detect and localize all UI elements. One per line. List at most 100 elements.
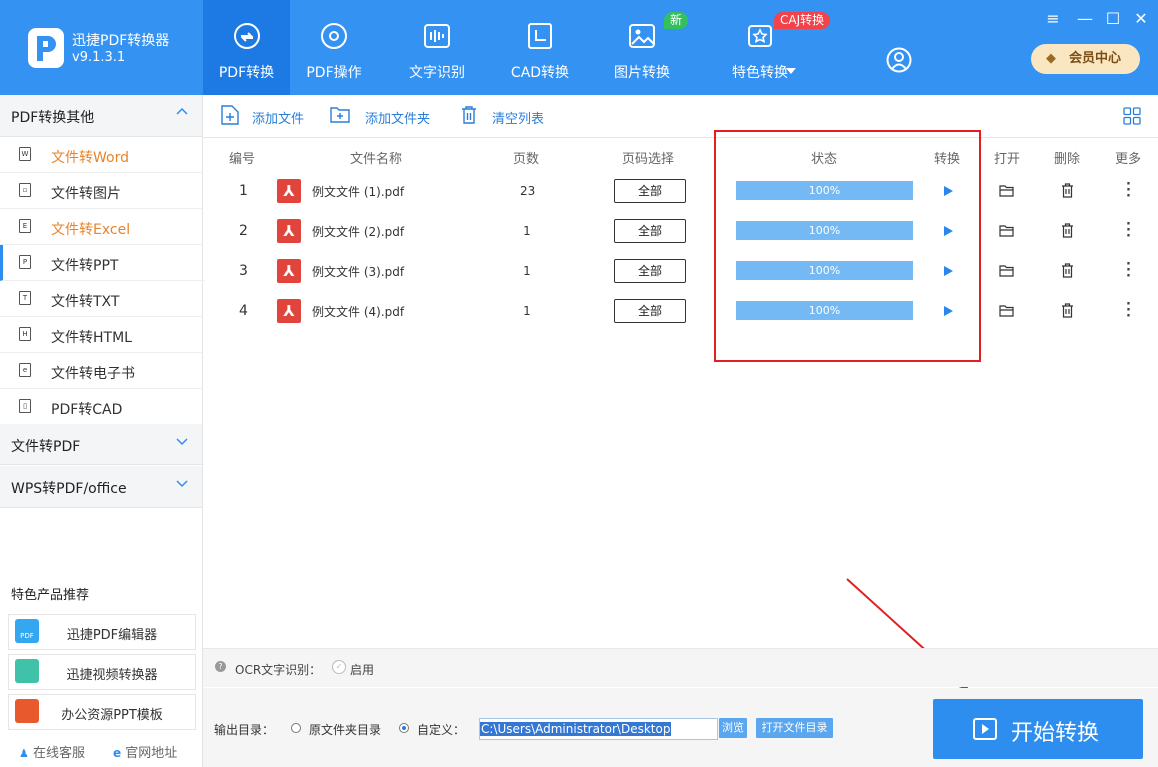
minimize-icon[interactable]: —	[1076, 9, 1094, 28]
product-video-converter[interactable]: 迅捷视频转换器	[8, 654, 196, 690]
nav-tab-label: 文字识别	[409, 65, 465, 81]
add-file-button[interactable]: 添加文件	[252, 108, 304, 127]
sidebar-group-wps[interactable]: WPS转PDF/office	[0, 466, 202, 508]
text-recognition-icon	[424, 24, 450, 48]
cad-file-icon: ▯	[19, 399, 31, 413]
ocr-enable-checkbox[interactable]: ✓	[332, 660, 346, 674]
radio-custom[interactable]	[399, 723, 409, 733]
add-folder-icon	[330, 107, 350, 123]
website-link[interactable]: e 官网地址	[113, 742, 177, 761]
ebook-file-icon: e	[19, 363, 31, 377]
open-folder-icon[interactable]	[999, 264, 1014, 277]
cad-convert-icon	[528, 23, 552, 49]
page-range-button[interactable]: 全部	[614, 259, 686, 283]
nav-tab-1[interactable]: PDF操作	[290, 0, 378, 95]
sidebar-item-6[interactable]: e 文件转电子书	[0, 353, 202, 389]
app-name: 迅捷PDF转换器	[72, 33, 170, 49]
delete-icon[interactable]	[1061, 263, 1074, 278]
caj-badge: CAJ转换	[774, 12, 831, 29]
sidebar-item-label: 文件转HTML	[51, 330, 132, 346]
grid-view-icon[interactable]	[1123, 107, 1141, 125]
row-number: 1	[239, 183, 248, 199]
more-icon[interactable]: · · ·	[1126, 298, 1131, 323]
nav-tab-0[interactable]: PDF转换	[203, 0, 290, 95]
open-folder-icon[interactable]	[999, 304, 1014, 317]
start-convert-button[interactable]: 开始转换	[933, 699, 1143, 759]
page-count: 23	[520, 184, 536, 198]
radio-source-folder-label: 原文件夹目录	[309, 723, 382, 737]
featured-products-title: 特色产品推荐	[11, 588, 90, 603]
nav-tab-label: CAD转换	[510, 65, 570, 81]
sidebar-item-7[interactable]: ▯ PDF转CAD	[0, 389, 202, 425]
col-header-open: 打开	[994, 152, 1021, 167]
nav-tab-2[interactable]: 文字识别	[392, 0, 482, 95]
clear-list-button[interactable]: 清空列表	[492, 108, 544, 127]
sidebar-item-label: 文件转Excel	[51, 222, 131, 238]
sidebar-item-1[interactable]: ▫ 文件转图片	[0, 173, 202, 209]
pdf-file-icon: ⅄	[277, 299, 301, 323]
open-folder-icon[interactable]	[999, 184, 1014, 197]
more-icon[interactable]: · · ·	[1126, 258, 1131, 283]
ie-icon: e	[113, 746, 122, 760]
row-number: 4	[239, 303, 248, 319]
file-name: 例文文件 (3).pdf	[312, 265, 405, 279]
page-range-button[interactable]: 全部	[614, 299, 686, 323]
online-service-link[interactable]: ♟ 在线客服	[19, 742, 85, 761]
close-icon[interactable]: ✕	[1132, 9, 1150, 28]
vip-center-button[interactable]: ◆ 会员中心	[1031, 44, 1140, 74]
pdf-file-icon: ⅄	[277, 179, 301, 203]
dropdown-arrow-icon	[786, 68, 796, 74]
menu-icon[interactable]: ≡	[1044, 9, 1062, 28]
sidebar-item-4[interactable]: T 文件转TXT	[0, 281, 202, 317]
page-range-button[interactable]: 全部	[614, 219, 686, 243]
col-header-no: 编号	[229, 152, 256, 167]
nav-tab-label: PDF转换	[218, 65, 275, 81]
add-folder-button[interactable]: 添加文件夹	[365, 108, 430, 127]
delete-icon[interactable]	[1061, 223, 1074, 238]
txt-file-icon: T	[19, 291, 31, 305]
ppt-file-icon: P	[19, 255, 31, 269]
sidebar-item-label: 文件转Word	[51, 150, 129, 166]
file-name: 例文文件 (4).pdf	[312, 305, 405, 319]
maximize-icon[interactable]: ☐	[1104, 9, 1122, 28]
new-badge: 新	[664, 12, 689, 29]
diamond-icon: ◆	[1046, 51, 1056, 66]
ocr-bar: ? OCR文字识别： ✓ 启用	[203, 648, 1158, 687]
sidebar-item-3[interactable]: P 文件转PPT	[0, 245, 205, 281]
radio-source-folder[interactable]	[291, 723, 301, 733]
word-file-icon: W	[19, 147, 31, 161]
pdf-file-icon: ⅄	[277, 259, 301, 283]
more-icon[interactable]: · · ·	[1126, 178, 1131, 203]
user-icon[interactable]	[886, 46, 912, 74]
sidebar-item-2[interactable]: E 文件转Excel	[0, 209, 202, 245]
sidebar-group-pdf-convert-other[interactable]: PDF转换其他	[0, 95, 202, 137]
open-folder-icon[interactable]	[999, 224, 1014, 237]
sidebar-item-5[interactable]: H 文件转HTML	[0, 317, 202, 353]
nav-tab-3[interactable]: CAD转换	[495, 0, 585, 95]
status-highlight-box	[714, 130, 981, 362]
image-file-icon: ▫	[19, 183, 31, 197]
delete-icon[interactable]	[1061, 183, 1074, 198]
col-header-range: 页码选择	[622, 152, 675, 167]
nav-tab-label: 特色转换	[732, 65, 788, 81]
page-range-button[interactable]: 全部	[614, 179, 686, 203]
ocr-label: OCR文字识别：	[235, 663, 322, 677]
radio-custom-dot	[402, 726, 406, 730]
app-logo-icon	[28, 28, 64, 68]
browse-button[interactable]: 浏览	[719, 718, 747, 738]
help-icon: ?	[215, 661, 226, 672]
title-bar: 迅捷PDF转换器 v9.1.3.1 PDF转换 PDF操作 文字识别 CAD转换 图片转…	[0, 0, 1158, 95]
play-icon	[973, 718, 997, 740]
pdf-file-icon: ⅄	[277, 219, 301, 243]
output-path-input[interactable]: C:\Users\Administrator\Desktop	[479, 718, 718, 740]
sidebar-item-0[interactable]: W 文件转Word	[0, 137, 202, 173]
col-header-delete: 删除	[1054, 152, 1081, 167]
delete-icon[interactable]	[1061, 303, 1074, 318]
ocr-enable-label: 启用	[350, 663, 375, 677]
product-pdf-editor[interactable]: PDF 迅捷PDF编辑器	[8, 614, 196, 650]
sidebar-group-file-to-pdf[interactable]: 文件转PDF	[0, 424, 202, 465]
open-folder-button[interactable]: 打开文件目录	[756, 718, 833, 738]
sidebar-item-label: 文件转TXT	[51, 294, 120, 310]
product-ppt-template[interactable]: 办公资源PPT模板	[8, 694, 196, 730]
more-icon[interactable]: · · ·	[1126, 218, 1131, 243]
